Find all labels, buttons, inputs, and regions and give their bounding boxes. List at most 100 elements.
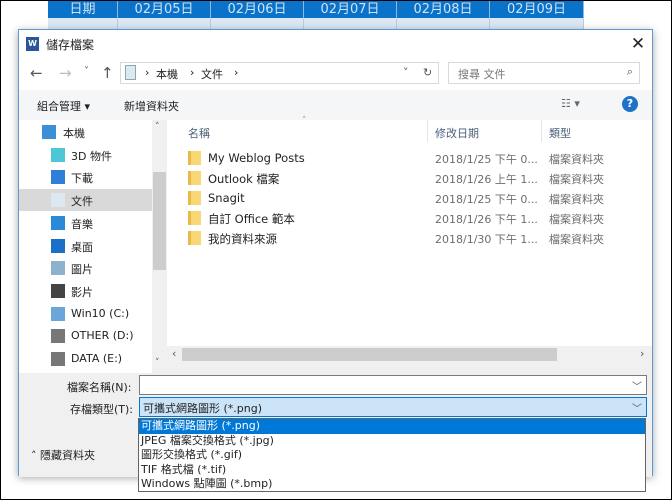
file-type: 檔案資料夾: [549, 193, 604, 206]
back-button[interactable]: ←: [30, 64, 43, 82]
file-type: 檔案資料夾: [549, 213, 604, 226]
scrollbar-thumb[interactable]: [153, 172, 166, 270]
horizontal-scrollbar[interactable]: ‹ ›: [167, 346, 652, 363]
folder-icon: [188, 191, 201, 205]
filetype-option[interactable]: JPEG 檔案交換格式 (*.jpg): [139, 434, 645, 449]
video-icon: [51, 283, 65, 298]
nav-item-label: 本機: [63, 127, 85, 140]
nav-item-label: 文件: [71, 195, 93, 209]
save-dialog: W 儲存檔案 ✕ ← → ˅ ↑ › 本機 › 文件 › ˅ ↻ 搜尋 文件 ⌕…: [18, 29, 653, 477]
nav-item[interactable]: 圖片: [19, 257, 152, 279]
nav-item[interactable]: 音樂: [19, 212, 152, 234]
nav-item-label: DATA (E:): [71, 352, 123, 365]
file-row[interactable]: Snagit 2018/1/25 下午 0... 檔案資料夾: [167, 188, 652, 208]
table-header: 02月08日: [397, 1, 490, 18]
scrollbar-thumb[interactable]: [182, 348, 557, 361]
pictures-icon: [51, 261, 65, 276]
view-icon: ☷: [561, 97, 575, 110]
nav-item[interactable]: 3D 物件: [19, 144, 152, 166]
chevron-up-icon: ˄: [31, 449, 40, 462]
filetype-option[interactable]: 可攜式網路圖形 (*.png): [139, 419, 645, 434]
folder-icon: [188, 231, 201, 245]
address-bar[interactable]: › 本機 › 文件 › ˅ ↻: [120, 62, 439, 84]
toolbar: 組合管理 ▾ 新增資料夾 ☷ ▾ ?: [19, 90, 652, 120]
file-date: 2018/1/26 上午 1...: [435, 173, 538, 186]
nav-item-label: 圖片: [71, 263, 93, 277]
nav-scrollbar[interactable]: ˄ ˅: [152, 120, 167, 373]
filetype-select[interactable]: 可攜式網路圖形 (*.png) ﹀: [139, 397, 647, 417]
drive-icon: [51, 352, 65, 366]
filetype-option[interactable]: TIF 格式檔 (*.tif): [139, 463, 645, 478]
nav-item-label: 下載: [71, 172, 93, 186]
navigation-pane: 本機 3D 物件下載文件音樂桌面圖片影片 Win10 (C:) OTHER (D:) D…: [19, 120, 152, 373]
file-type: 檔案資料夾: [549, 233, 604, 246]
computer-icon: [42, 125, 56, 139]
view-options-button[interactable]: ☷ ▾: [561, 97, 580, 110]
column-type[interactable]: 類型: [549, 125, 571, 141]
search-icon: ⌕: [626, 65, 633, 78]
nav-item[interactable]: 影片: [19, 280, 152, 302]
folder-icon: [188, 151, 201, 165]
file-date: 2018/1/30 下午 1...: [435, 233, 538, 246]
filetype-label: 存檔類型(T):: [70, 403, 134, 416]
windows-drive-icon: [51, 306, 65, 321]
breadcrumb-item[interactable]: 本機: [156, 66, 178, 82]
table-header: 02月05日: [118, 1, 211, 18]
file-type: 檔案資料夾: [549, 173, 604, 186]
drive-icon: [51, 329, 65, 344]
file-row[interactable]: Outlook 檔案 2018/1/26 上午 1... 檔案資料夾: [167, 168, 652, 188]
new-folder-button[interactable]: 新增資料夾: [124, 98, 179, 114]
file-row[interactable]: 自訂 Office 範本 2018/1/26 下午 1... 檔案資料夾: [167, 208, 652, 228]
file-type: 檔案資料夾: [549, 153, 604, 166]
nav-item[interactable]: 文件: [19, 189, 152, 212]
column-name[interactable]: 名稱: [188, 125, 210, 141]
file-date: 2018/1/26 下午 1...: [435, 213, 538, 226]
chevron-down-icon: ﹀: [632, 404, 642, 415]
nav-item[interactable]: DATA (E:): [19, 348, 152, 370]
refresh-button[interactable]: ↻: [423, 66, 432, 79]
column-date[interactable]: 修改日期: [435, 125, 479, 141]
filename-input[interactable]: ﹀: [139, 375, 647, 395]
forward-button[interactable]: →: [59, 64, 72, 82]
nav-item[interactable]: Win10 (C:): [19, 303, 152, 325]
nav-item-label: Win10 (C:): [71, 306, 130, 320]
download-icon: [51, 170, 65, 185]
filetype-option[interactable]: 圖形交換格式 (*.gif): [139, 448, 645, 463]
nav-item[interactable]: 桌面: [19, 235, 152, 257]
dialog-title: 儲存檔案: [46, 38, 95, 52]
organize-button[interactable]: 組合管理 ▾: [37, 98, 90, 114]
music-icon: [51, 215, 65, 230]
up-button[interactable]: ↑: [101, 64, 114, 82]
recent-locations-button[interactable]: ˅: [84, 66, 89, 77]
file-list: ˄ 名稱 修改日期 類型 My Weblog Posts 2018/1/25 下午…: [167, 116, 652, 346]
filetype-option[interactable]: Windows 點陣圖 (*.bmp): [139, 477, 645, 492]
folder-icon: [188, 211, 201, 225]
chevron-down-icon[interactable]: ﹀: [632, 378, 642, 393]
document-icon: [125, 65, 136, 80]
title-bar: W 儲存檔案 ✕: [19, 30, 652, 58]
file-row[interactable]: 我的資料來源 2018/1/30 下午 1... 檔案資料夾: [167, 228, 652, 248]
hide-folders-button[interactable]: ˄ 隱藏資料夾: [31, 447, 95, 463]
cube-icon: [51, 147, 65, 162]
breadcrumb-item[interactable]: 文件: [201, 66, 223, 82]
search-input[interactable]: 搜尋 文件 ⌕: [448, 62, 640, 84]
file-name: Outlook 檔案: [208, 172, 280, 186]
table-header: 02月07日: [304, 1, 397, 18]
nav-item-label: 桌面: [71, 240, 93, 254]
nav-item[interactable]: 本機: [19, 121, 152, 143]
file-row[interactable]: My Weblog Posts 2018/1/25 下午 0... 檔案資料夾: [167, 148, 652, 168]
word-icon: W: [26, 37, 39, 51]
document-icon: [51, 193, 65, 208]
nav-item[interactable]: 下載: [19, 166, 152, 188]
file-name: Snagit: [208, 191, 245, 205]
help-button[interactable]: ?: [622, 96, 638, 112]
file-date: 2018/1/25 下午 0...: [435, 193, 538, 206]
nav-item-label: 影片: [71, 285, 93, 299]
address-dropdown-icon[interactable]: ˅: [403, 66, 409, 79]
background-table: 日期 02月05日 02月06日 02月07日 02月08日 02月09日: [48, 1, 584, 31]
table-header: 日期: [48, 1, 118, 18]
table-header: 02月09日: [490, 1, 584, 18]
desktop-icon: [51, 238, 65, 253]
close-button[interactable]: ✕: [626, 32, 650, 56]
nav-item[interactable]: OTHER (D:): [19, 325, 152, 347]
